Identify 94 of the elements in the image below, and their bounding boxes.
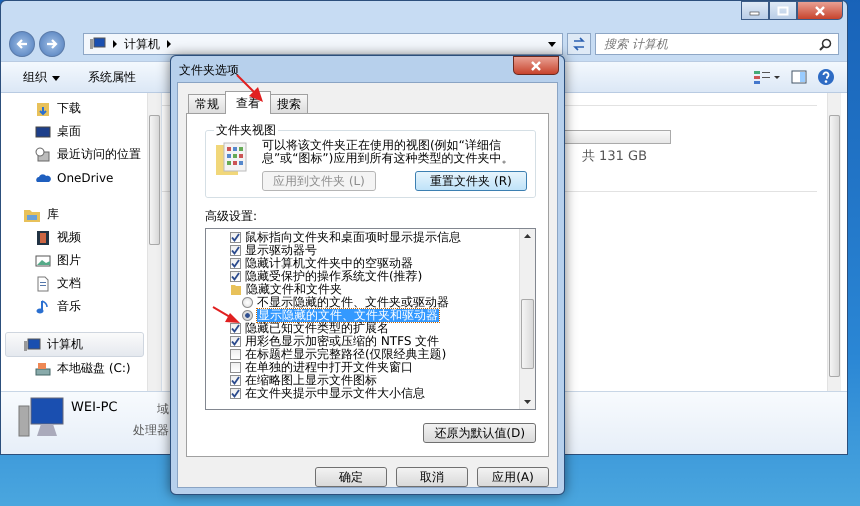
search-field[interactable]: 搜索 计算机: [595, 33, 839, 55]
nav-item[interactable]: 图片: [1, 249, 147, 272]
setting-label: 在单独的进程中打开文件夹窗口: [245, 361, 413, 374]
address-bar[interactable]: 计算机: [83, 33, 563, 55]
picture-icon: [35, 252, 51, 268]
checkbox[interactable]: [230, 245, 241, 256]
preview-pane-icon[interactable]: [791, 70, 807, 84]
setting-group-label: 隐藏文件和文件夹: [246, 283, 342, 296]
scrollbar[interactable]: [827, 93, 841, 391]
right-arrow-icon: [45, 38, 59, 50]
checkbox[interactable]: [230, 336, 241, 347]
nav-item[interactable]: 本地磁盘 (C:): [1, 357, 147, 380]
forward-button[interactable]: [39, 31, 65, 57]
monitor-icon: [35, 124, 51, 140]
setting-label: 鼠标指向文件夹和桌面项时显示提示信息: [245, 231, 461, 244]
refresh-arrows-icon: [571, 37, 587, 51]
detail-label: 处理器: [133, 422, 169, 439]
dialog-button[interactable]: 应用(A): [477, 467, 549, 487]
clock-monitor-icon: [35, 146, 51, 162]
dropdown-arrow-icon: [52, 76, 60, 80]
toolbar-button[interactable]: 组织: [19, 66, 64, 88]
scroll-down-icon[interactable]: [524, 400, 531, 404]
dialog-button[interactable]: 确定: [315, 467, 387, 487]
breadcrumb[interactable]: 计算机: [124, 36, 160, 52]
computer-icon: [23, 336, 41, 352]
description-text: 可以将该文件夹正在使用的视图(例如“详细信息”或“图标”)应用到所有这种类型的文件夹中。: [262, 139, 514, 165]
nav-item[interactable]: 桌面: [1, 120, 147, 143]
settings-list[interactable]: 鼠标指向文件夹和桌面项时显示提示信息 显示驱动器号 隐藏计算机文件夹中的空驱动器 隐藏受保护的操作系统文件(推荐) 隐藏文件和文件夹 不显示隐藏的文件、文件夹或驱动器 显示隐藏的文件、文件夹和驱动器 隐藏已知文件类型的扩展名 用彩色显示加密或压缩的 NTFS 文件 在标题栏显示完整路径(仅限经典主题) 在单独的进程中打开文件夹窗口 在缩略图上显示文件图标 在文件夹提示中显示文件大小信息: [205, 228, 536, 410]
checkbox[interactable]: [230, 271, 241, 282]
checkbox[interactable]: [230, 362, 241, 373]
computer-icon: [90, 37, 106, 51]
checkbox[interactable]: [230, 375, 241, 386]
setting-label: 用彩色显示加密或压缩的 NTFS 文件: [245, 335, 440, 348]
group-title: 文件夹视图: [215, 122, 277, 139]
tab[interactable]: 常规: [188, 94, 226, 113]
nav-item[interactable]: 库: [1, 203, 147, 226]
refresh-button[interactable]: [567, 33, 591, 55]
film-icon: [35, 230, 51, 246]
section-label: 高级设置:: [205, 208, 258, 225]
maximize-button[interactable]: [769, 1, 797, 20]
setting-label: 在文件夹提示中显示文件大小信息: [245, 387, 425, 400]
close-icon: [530, 60, 542, 70]
back-button[interactable]: [9, 31, 35, 57]
scrollbar[interactable]: [147, 93, 161, 391]
dialog-title: 文件夹选项: [179, 62, 239, 79]
setting-label: 在缩略图上显示文件图标: [245, 374, 377, 387]
close-button[interactable]: [797, 1, 843, 20]
nav-item[interactable]: 视频: [1, 226, 147, 249]
drive-size-text: 共 131 GB: [582, 148, 647, 165]
radio-button[interactable]: [242, 297, 253, 308]
scrollbar[interactable]: [519, 229, 535, 409]
nav-item[interactable]: 计算机: [5, 332, 144, 357]
dropdown-arrow-icon[interactable]: [548, 42, 556, 46]
toolbar-button[interactable]: 系统属性: [84, 66, 140, 88]
checkbox[interactable]: [230, 388, 241, 399]
minimize-button[interactable]: [741, 1, 769, 20]
checkbox[interactable]: [230, 258, 241, 269]
checkbox[interactable]: [230, 323, 241, 334]
document-icon: [35, 276, 51, 292]
setting-label: 显示驱动器号: [245, 244, 317, 257]
chevron-right-icon[interactable]: [112, 40, 118, 48]
nav-item[interactable]: 下载: [1, 97, 147, 120]
folder-view-button[interactable]: 重置文件夹 (R): [415, 171, 527, 191]
tab[interactable]: 搜索: [270, 94, 308, 113]
nav-item[interactable]: 文档: [1, 272, 147, 295]
dialog-button[interactable]: 取消: [396, 467, 468, 487]
annotation-arrow: [212, 306, 242, 326]
radio-button[interactable]: [242, 310, 253, 321]
setting-label: 隐藏受保护的操作系统文件(推荐): [245, 270, 422, 283]
checkbox[interactable]: [230, 349, 241, 360]
drive-icon: [35, 360, 51, 376]
setting-label: 不显示隐藏的文件、文件夹或驱动器: [257, 296, 449, 309]
chevron-right-icon[interactable]: [166, 40, 172, 48]
maximize-icon: [777, 6, 789, 16]
setting-label: 在标题栏显示完整路径(仅限经典主题): [245, 348, 446, 361]
detail-label: 域: [157, 401, 169, 418]
setting-label: 显示隐藏的文件、文件夹和驱动器: [257, 309, 439, 322]
folder-icon: [35, 100, 51, 116]
folder-icon: [230, 283, 242, 296]
nav-item[interactable]: 最近访问的位置: [1, 143, 147, 166]
search-icon: [819, 38, 832, 51]
checkbox[interactable]: [230, 232, 241, 243]
close-button[interactable]: [513, 56, 559, 75]
close-icon: [814, 6, 826, 16]
nav-item[interactable]: OneDrive: [1, 166, 147, 189]
scroll-up-icon[interactable]: [524, 234, 531, 238]
help-icon[interactable]: [817, 68, 835, 86]
restore-defaults-button[interactable]: 还原为默认值(D): [423, 423, 536, 443]
computer-name: WEI-PC: [71, 400, 119, 415]
view-options-icon[interactable]: [753, 70, 781, 84]
setting-label: 隐藏计算机文件夹中的空驱动器: [245, 257, 413, 270]
nav-item[interactable]: 音乐: [1, 295, 147, 318]
left-arrow-icon: [15, 38, 29, 50]
setting-label: 隐藏已知文件类型的扩展名: [245, 322, 389, 335]
